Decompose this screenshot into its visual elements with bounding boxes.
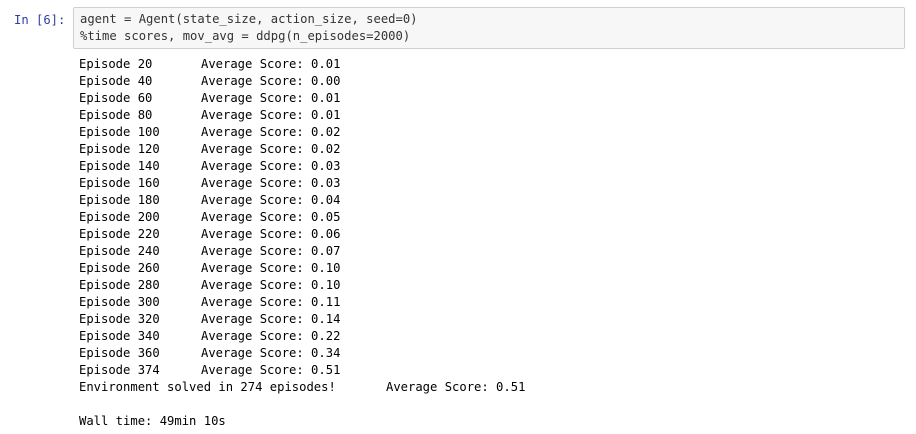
episode-label: Episode 100	[79, 125, 160, 139]
episode-label: Episode 60	[79, 91, 153, 105]
episode-line: Episode 60 Average Score: 0.01	[79, 90, 899, 107]
episode-score: Average Score: 0.02	[201, 142, 341, 156]
episode-label: Episode 200	[79, 210, 160, 224]
solved-line: Environment solved in 274 episodes! Avera…	[79, 379, 899, 396]
episode-score: Average Score: 0.03	[201, 176, 341, 190]
episode-label: Episode 220	[79, 227, 160, 241]
episode-label: Episode 360	[79, 346, 160, 360]
episode-score: Average Score: 0.51	[201, 363, 341, 377]
episode-line: Episode 240 Average Score: 0.07	[79, 243, 899, 260]
episode-score: Average Score: 0.22	[201, 329, 341, 343]
episode-line: Episode 200 Average Score: 0.05	[79, 209, 899, 226]
code-line: %time scores, mov_avg = ddpg(n_episodes=…	[80, 29, 411, 43]
episode-label: Episode 300	[79, 295, 160, 309]
episode-label: Episode 80	[79, 108, 153, 122]
episode-line: Episode 220 Average Score: 0.06	[79, 226, 899, 243]
episode-score: Average Score: 0.01	[201, 57, 341, 71]
episode-score: Average Score: 0.07	[201, 244, 341, 258]
episode-line: Episode 80 Average Score: 0.01	[79, 107, 899, 124]
input-prompt: In [6]:	[14, 13, 66, 27]
episode-label: Episode 240	[79, 244, 160, 258]
episode-score: Average Score: 0.14	[201, 312, 341, 326]
episode-label: Episode 160	[79, 176, 160, 190]
episode-score: Average Score: 0.04	[201, 193, 341, 207]
episode-line: Episode 180 Average Score: 0.04	[79, 192, 899, 209]
episode-label: Episode 260	[79, 261, 160, 275]
episode-label: Episode 340	[79, 329, 160, 343]
episode-line: Episode 40 Average Score: 0.00	[79, 73, 899, 90]
episode-score: Average Score: 0.34	[201, 346, 341, 360]
episode-line: Episode 280 Average Score: 0.10	[79, 277, 899, 294]
code-input-area[interactable]: agent = Agent(state_size, action_size, s…	[73, 7, 905, 49]
episode-line: Episode 260 Average Score: 0.10	[79, 260, 899, 277]
episode-score: Average Score: 0.00	[201, 74, 341, 88]
episode-line: Episode 160 Average Score: 0.03	[79, 175, 899, 192]
episode-line: Episode 140 Average Score: 0.03	[79, 158, 899, 175]
notebook-code-cell: In [6]: agent = Agent(state_size, action…	[0, 0, 916, 434]
episode-line: Episode 300 Average Score: 0.11	[79, 294, 899, 311]
episode-label: Episode 20	[79, 57, 153, 71]
episode-line: Episode 360 Average Score: 0.34	[79, 345, 899, 362]
episode-label: Episode 374	[79, 363, 160, 377]
episode-line: Episode 340 Average Score: 0.22	[79, 328, 899, 345]
episode-label: Episode 320	[79, 312, 160, 326]
episode-line: Episode 320 Average Score: 0.14	[79, 311, 899, 328]
episode-score: Average Score: 0.06	[201, 227, 341, 241]
episode-log: Episode 20 Average Score: 0.01 Episode 40 A…	[79, 56, 899, 379]
wall-time: Wall time: 49min 10s	[79, 414, 226, 428]
episode-label: Episode 140	[79, 159, 160, 173]
episode-label: Episode 280	[79, 278, 160, 292]
solved-score: Average Score: 0.51	[386, 380, 526, 394]
episode-score: Average Score: 0.02	[201, 125, 341, 139]
episode-score: Average Score: 0.01	[201, 91, 341, 105]
episode-line: Episode 20 Average Score: 0.01	[79, 56, 899, 73]
episode-score: Average Score: 0.01	[201, 108, 341, 122]
code-line: agent = Agent(state_size, action_size, s…	[80, 12, 418, 26]
episode-line: Episode 374 Average Score: 0.51	[79, 362, 899, 379]
episode-label: Episode 180	[79, 193, 160, 207]
episode-score: Average Score: 0.10	[201, 261, 341, 275]
solved-message: Environment solved in 274 episodes!	[79, 380, 336, 394]
episode-score: Average Score: 0.10	[201, 278, 341, 292]
episode-score: Average Score: 0.05	[201, 210, 341, 224]
episode-line: Episode 100 Average Score: 0.02	[79, 124, 899, 141]
cell-output: Episode 20 Average Score: 0.01 Episode 40 A…	[79, 56, 899, 430]
episode-line: Episode 120 Average Score: 0.02	[79, 141, 899, 158]
episode-label: Episode 40	[79, 74, 153, 88]
episode-score: Average Score: 0.11	[201, 295, 341, 309]
episode-score: Average Score: 0.03	[201, 159, 341, 173]
episode-label: Episode 120	[79, 142, 160, 156]
